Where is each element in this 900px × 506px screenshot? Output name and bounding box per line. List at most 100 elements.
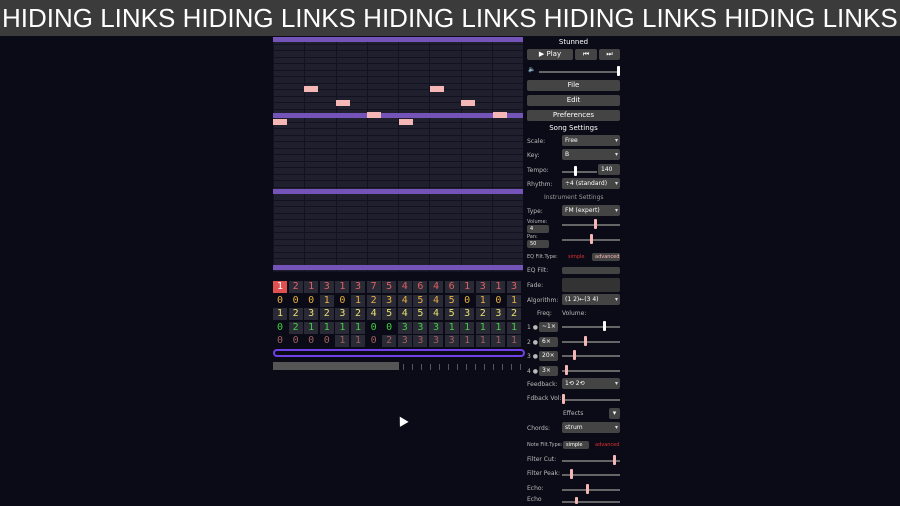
pattern-cell[interactable]: 1 (460, 321, 475, 334)
pattern-cell[interactable]: 2 (366, 294, 381, 307)
pattern-cell[interactable]: 3 (382, 294, 397, 307)
pan-input[interactable]: 50 (527, 240, 549, 248)
pattern-cell[interactable]: 1 (460, 335, 475, 347)
pattern-cell[interactable]: 5 (413, 308, 428, 320)
pattern-cell[interactable]: 2 (351, 308, 365, 320)
pattern-cell[interactable]: 0 (382, 321, 397, 334)
feedback-select[interactable]: 1⟲ 2⟲ ▾ (562, 378, 620, 389)
pattern-cell[interactable]: 0 (304, 294, 319, 307)
prev-bar-button[interactable]: ⏮ (575, 49, 597, 60)
operator-frequency-select[interactable]: 6× (539, 336, 558, 347)
play-button[interactable]: ▶ Play (527, 49, 573, 60)
volume-input[interactable]: 4 (527, 225, 549, 233)
note[interactable] (430, 86, 444, 92)
pattern-cell[interactable]: 0 (319, 335, 334, 347)
note[interactable] (461, 100, 475, 106)
pattern-cell[interactable]: 1 (273, 308, 287, 320)
echo-sustain-slider[interactable] (562, 489, 620, 491)
effects-dropdown[interactable]: ▾ (609, 408, 620, 419)
pattern-cell[interactable]: 1 (475, 294, 490, 307)
pattern-cell[interactable]: 2 (382, 335, 397, 347)
pattern-cell[interactable]: 1 (351, 321, 365, 334)
operator-frequency-select[interactable]: ~1× (539, 322, 558, 332)
scrollbar-thumb[interactable] (273, 362, 399, 370)
tempo-knob[interactable] (574, 166, 577, 176)
tempo-input[interactable]: 140 (598, 164, 620, 175)
pattern-cell[interactable]: 1 (475, 335, 490, 347)
filter-peak-knob[interactable] (570, 469, 573, 479)
pattern-cell[interactable]: 0 (491, 294, 506, 307)
master-volume-slider[interactable] (539, 71, 619, 73)
song-scrollbar[interactable] (273, 362, 523, 370)
pattern-cell[interactable]: 3 (429, 321, 443, 334)
note-simple-tab[interactable]: simple (563, 441, 589, 449)
filter-cut-knob[interactable] (613, 455, 616, 465)
edit-menu[interactable]: Edit (527, 95, 620, 106)
operator-volume-slider[interactable] (562, 355, 620, 357)
pattern-cell[interactable]: 6 (444, 281, 459, 293)
pattern-cell[interactable]: 0 (366, 335, 381, 347)
operator-volume-knob[interactable] (584, 335, 587, 346)
pattern-cell[interactable]: 2 (288, 321, 303, 334)
pattern-cell[interactable]: 1 (475, 321, 490, 334)
pattern-cell[interactable]: 1 (507, 294, 521, 307)
filter-cut-slider[interactable] (562, 460, 620, 462)
pattern-cell[interactable]: 3 (491, 308, 506, 320)
operator-frequency-select[interactable]: 3× (539, 365, 558, 376)
eq-simple-tab[interactable]: simple (568, 254, 585, 260)
preferences-menu[interactable]: Preferences (527, 110, 620, 121)
operator-volume-slider[interactable] (562, 326, 620, 328)
pattern-cell[interactable]: 0 (273, 294, 287, 307)
volume-knob[interactable] (594, 219, 597, 229)
pattern-editor[interactable] (273, 37, 523, 272)
instrument-type-select[interactable]: FM (expert) ▾ (562, 205, 620, 216)
pattern-cell[interactable]: 2 (288, 281, 303, 293)
scale-select[interactable]: Free ▾ (562, 135, 620, 146)
pattern-cell[interactable]: 5 (444, 294, 459, 307)
pattern-cell[interactable]: 1 (304, 321, 319, 334)
pattern-cell[interactable]: 1 (491, 321, 506, 334)
eq-advanced-tab[interactable]: advanced (592, 253, 620, 261)
key-select[interactable]: B ▾ (562, 149, 620, 160)
pattern-cell[interactable]: 4 (429, 308, 443, 320)
pattern-cell[interactable]: 3 (507, 281, 521, 293)
fade-editor[interactable] (562, 278, 620, 292)
feedback-volume-slider[interactable] (562, 399, 620, 401)
eq-filter-display[interactable] (562, 267, 620, 274)
pattern-cell[interactable]: 1 (273, 281, 287, 293)
rhythm-select[interactable]: ÷4 (standard) ▾ (562, 178, 620, 189)
pattern-cell[interactable]: 3 (429, 335, 443, 347)
next-bar-button[interactable]: ⏭ (599, 49, 620, 60)
volume-slider[interactable] (562, 224, 620, 226)
pattern-cell[interactable]: 1 (491, 335, 506, 347)
pattern-cell[interactable]: 3 (475, 281, 490, 293)
pattern-cell[interactable]: 0 (304, 335, 319, 347)
track-editor[interactable]: 1213137546461313000101234545010112323245… (273, 275, 523, 349)
pattern-cell[interactable]: 2 (288, 308, 303, 320)
pattern-cell[interactable]: 3 (444, 335, 459, 347)
pattern-cell[interactable]: 1 (491, 281, 506, 293)
note[interactable] (304, 86, 318, 92)
pattern-cell[interactable]: 3 (413, 335, 428, 347)
pattern-cell[interactable]: 4 (429, 281, 443, 293)
pattern-cell[interactable]: 1 (335, 281, 350, 293)
tempo-slider[interactable] (562, 171, 597, 173)
note[interactable] (273, 119, 287, 125)
operator-frequency-select[interactable]: 20× (539, 351, 558, 361)
operator-volume-slider[interactable] (562, 340, 620, 343)
pattern-cell[interactable]: 3 (335, 308, 350, 320)
pattern-cell[interactable]: 0 (288, 335, 303, 347)
echo-delay-knob[interactable] (575, 497, 578, 504)
operator-volume-knob[interactable] (603, 321, 606, 331)
pattern-cell[interactable]: 3 (319, 281, 334, 293)
pan-knob[interactable] (590, 234, 593, 244)
pattern-cell[interactable]: 4 (397, 308, 412, 320)
pattern-cell[interactable]: 1 (351, 294, 365, 307)
master-volume-knob[interactable] (617, 66, 620, 76)
pattern-cell[interactable]: 5 (444, 308, 459, 320)
pattern-cell[interactable]: 0 (273, 335, 287, 347)
pattern-cell[interactable]: 1 (460, 281, 475, 293)
note[interactable] (367, 112, 381, 118)
pattern-cell[interactable]: 4 (429, 294, 443, 307)
pattern-cell[interactable]: 1 (319, 321, 334, 334)
